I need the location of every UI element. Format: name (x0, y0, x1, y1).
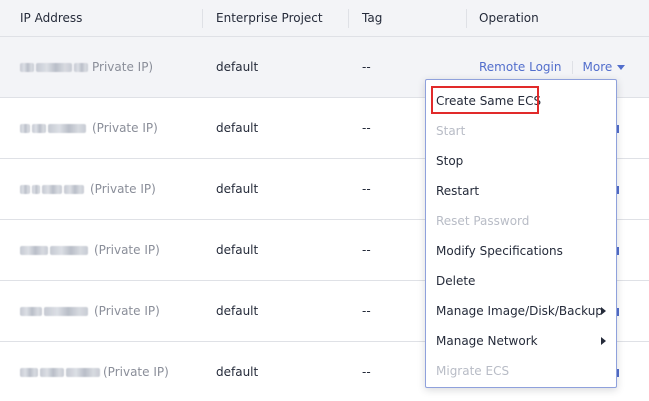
menu-item-label: Stop (436, 154, 464, 168)
menu-item-restart[interactable]: Restart (426, 176, 616, 206)
masked-ip (20, 184, 30, 194)
caret-down-icon (617, 65, 626, 70)
column-header-project[interactable]: Enterprise Project (216, 0, 323, 37)
tag-value: -- (362, 243, 371, 257)
tag-value: -- (362, 60, 371, 74)
masked-ip (74, 62, 88, 72)
hidden-link-edge (617, 369, 619, 377)
masked-ip (40, 367, 64, 377)
menu-item-label: Delete (436, 274, 476, 288)
ip-type-label: (Private IP) (90, 182, 156, 196)
masked-ip (64, 184, 84, 194)
ip-type-label: (Private IP) (103, 365, 169, 379)
enterprise-project-value: default (216, 60, 259, 74)
ip-address-cell: (Private IP) (20, 281, 160, 341)
masked-ip (66, 367, 100, 377)
column-divider (348, 9, 349, 28)
enterprise-project-value: default (216, 182, 259, 196)
hidden-link-edge (617, 308, 619, 316)
ip-type-label: (Private IP) (92, 121, 158, 135)
ip-type-label: (Private IP) (94, 243, 160, 257)
ip-address-cell: Private IP) (20, 37, 153, 97)
column-header-ip[interactable]: IP Address (20, 0, 82, 37)
menu-item-label: Modify Specifications (436, 244, 563, 258)
ip-type-label: Private IP) (92, 60, 154, 74)
masked-ip (20, 245, 48, 255)
ip-address-cell: (Private IP) (20, 159, 156, 219)
masked-ip (20, 367, 38, 377)
masked-ip (48, 123, 86, 133)
table-header: IP Address Enterprise Project Tag Operat… (0, 0, 649, 37)
menu-item-label: Create Same ECS (436, 94, 542, 108)
menu-item-create-same-ecs[interactable]: Create Same ECS (426, 86, 616, 116)
column-divider (202, 9, 203, 28)
masked-ip (44, 306, 88, 316)
column-header-operation: Operation (479, 11, 539, 25)
menu-item-label: Manage Network (436, 334, 538, 348)
menu-item-label: Manage Image/Disk/Backup (436, 304, 603, 318)
masked-ip (20, 123, 30, 133)
masked-ip (32, 184, 40, 194)
enterprise-project-value: default (216, 365, 259, 379)
menu-item-delete[interactable]: Delete (426, 266, 616, 296)
masked-ip (32, 123, 46, 133)
menu-item-start: Start (426, 116, 616, 146)
masked-ip (42, 184, 62, 194)
enterprise-project-value: default (216, 304, 259, 318)
tag-value: -- (362, 304, 371, 318)
ip-type-label: (Private IP) (94, 304, 160, 318)
hidden-link-edge (617, 247, 619, 255)
menu-item-manage-network[interactable]: Manage Network (426, 326, 616, 356)
masked-ip (36, 62, 72, 72)
more-dropdown-menu: Create Same ECS Start Stop Restart Reset… (425, 79, 617, 388)
more-label: More (582, 60, 613, 74)
menu-item-label: Restart (436, 184, 480, 198)
tag-value: -- (362, 121, 371, 135)
hidden-link-edge (617, 125, 619, 133)
column-divider (466, 9, 467, 28)
ip-address-cell: (Private IP) (20, 220, 160, 280)
column-header-tag[interactable]: Tag (362, 0, 382, 37)
ip-address-cell: (Private IP) (20, 98, 158, 158)
menu-item-migrate-ecs: Migrate ECS (426, 356, 616, 386)
masked-ip (50, 245, 88, 255)
menu-item-modify-specifications[interactable]: Modify Specifications (426, 236, 616, 266)
ip-address-cell: (Private IP) (20, 342, 169, 401)
hidden-link-edge (617, 186, 619, 194)
menu-item-reset-password: Reset Password (426, 206, 616, 236)
tag-value: -- (362, 365, 371, 379)
menu-item-stop[interactable]: Stop (426, 146, 616, 176)
menu-item-label: Migrate ECS (436, 364, 510, 378)
tag-value: -- (362, 182, 371, 196)
chevron-right-icon (601, 337, 606, 345)
chevron-right-icon (601, 307, 606, 315)
menu-item-label: Start (436, 124, 466, 138)
masked-ip (20, 62, 34, 72)
operation-divider (571, 60, 573, 74)
menu-item-manage-image-disk-backup[interactable]: Manage Image/Disk/Backup (426, 296, 616, 326)
enterprise-project-value: default (216, 121, 259, 135)
menu-item-label: Reset Password (436, 214, 530, 228)
enterprise-project-value: default (216, 243, 259, 257)
masked-ip (20, 306, 42, 316)
